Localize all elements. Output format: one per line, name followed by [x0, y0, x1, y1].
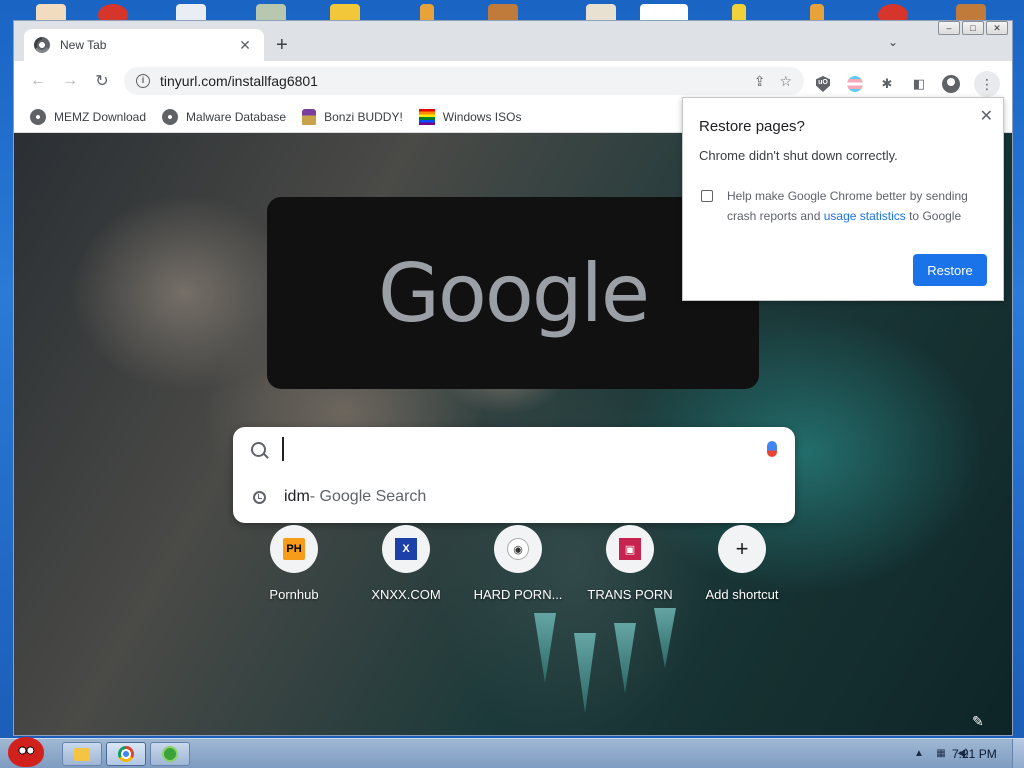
- menu-kebab-icon[interactable]: ⋮: [974, 71, 1000, 97]
- pencil-icon[interactable]: ✎: [972, 713, 984, 730]
- minimize-button[interactable]: –: [938, 21, 960, 35]
- history-clock-icon: [253, 490, 266, 504]
- trans-flag-extension-icon[interactable]: [846, 75, 864, 93]
- star-icon[interactable]: ☆: [779, 73, 792, 90]
- chrome-favicon-icon: [34, 37, 50, 53]
- trans-porn-icon: ▣: [619, 538, 641, 560]
- maximize-button[interactable]: □: [962, 21, 984, 35]
- search-input[interactable]: [282, 437, 767, 461]
- tab-new-tab[interactable]: New Tab ✕: [24, 29, 264, 61]
- chrome-window: New Tab ✕ + ⌄ – □ ✕ ← → ↻ i tinyurl.com/…: [13, 20, 1013, 736]
- bookmark-windows-isos[interactable]: Windows ISOs: [418, 108, 522, 125]
- taskbar-explorer[interactable]: [62, 742, 102, 766]
- suggestion-suffix: - Google Search: [309, 488, 427, 505]
- shortcut-xnxx[interactable]: X XNXX.COM: [352, 525, 460, 602]
- clock[interactable]: 7:21 PM: [952, 747, 997, 761]
- toolbar: ← → ↻ i tinyurl.com/installfag6801 ⇪ ☆ u…: [14, 61, 1012, 101]
- globe-icon: [30, 108, 46, 125]
- reload-button[interactable]: ↻: [86, 71, 118, 91]
- shortcut-hard-porn[interactable]: ◉ HARD PORN...: [464, 525, 572, 602]
- shortcut-trans-porn[interactable]: ▣ TRANS PORN: [576, 525, 684, 602]
- share-icon[interactable]: ⇪: [754, 73, 766, 90]
- forward-button[interactable]: →: [54, 72, 86, 90]
- folder-icon: [74, 747, 90, 761]
- bookmark-label: MEMZ Download: [54, 109, 147, 124]
- pornhub-icon: PH: [283, 538, 305, 560]
- shortcuts: PH Pornhub X XNXX.COM ◉ HARD PORN... ▣ T…: [240, 525, 796, 602]
- profile-icon[interactable]: [942, 75, 960, 93]
- bookmark-malware-database[interactable]: Malware Database: [162, 108, 287, 125]
- close-icon[interactable]: ✕: [236, 37, 254, 54]
- chrome-icon: [118, 746, 134, 762]
- shortcut-label: HARD PORN...: [473, 587, 563, 602]
- google-logo: Google: [377, 246, 650, 340]
- url-text[interactable]: tinyurl.com/installfag6801: [160, 73, 740, 89]
- restore-pages-popup: Restore pages? ✕ Chrome didn't shut down…: [682, 97, 1004, 301]
- info-icon[interactable]: i: [136, 74, 150, 88]
- shortcut-tile: ▣: [606, 525, 654, 573]
- bookmark-label: Windows ISOs: [442, 109, 522, 124]
- suggestion-query: idm: [284, 488, 310, 505]
- search-suggestion[interactable]: idm - Google Search: [233, 481, 795, 513]
- network-icon[interactable]: ▦: [934, 746, 948, 760]
- shortcut-tile: PH: [270, 525, 318, 573]
- rainbow-flag-icon: [418, 108, 435, 125]
- bookmark-bonzi-buddy[interactable]: Bonzi BUDDY!: [302, 108, 403, 125]
- puzzle-extensions-icon[interactable]: ✱: [878, 75, 896, 93]
- window-close-button[interactable]: ✕: [986, 21, 1008, 35]
- new-tab-button[interactable]: +: [276, 35, 288, 55]
- checkbox-text: to Google: [905, 209, 962, 223]
- bookmark-label: Bonzi BUDDY!: [324, 109, 403, 124]
- shortcut-pornhub[interactable]: PH Pornhub: [240, 525, 348, 602]
- bookmark-label: Malware Database: [186, 109, 287, 124]
- microphone-icon[interactable]: [767, 441, 777, 457]
- bookmark-memz-download[interactable]: MEMZ Download: [30, 108, 147, 125]
- taskbar-chrome[interactable]: [106, 742, 146, 766]
- chevron-down-icon[interactable]: ⌄: [888, 35, 898, 49]
- xnxx-icon: X: [395, 538, 417, 560]
- search-row: [233, 427, 795, 471]
- ublock-icon[interactable]: uO: [814, 75, 832, 93]
- shortcut-label: TRANS PORN: [587, 587, 673, 602]
- start-button[interactable]: [2, 733, 48, 768]
- tab-strip: New Tab ✕ + ⌄ – □ ✕: [14, 21, 1012, 61]
- shortcut-tile: X: [382, 525, 430, 573]
- angry-bird-icon: [8, 737, 44, 767]
- globe-icon: [162, 108, 179, 125]
- shortcut-add[interactable]: + Add shortcut: [688, 525, 796, 602]
- tab-title: New Tab: [60, 38, 107, 52]
- taskbar-network-app[interactable]: [150, 742, 190, 766]
- side-panel-icon[interactable]: ◧: [910, 75, 928, 93]
- shortcut-tile: ◉: [494, 525, 542, 573]
- shortcut-label: Pornhub: [269, 587, 319, 602]
- popup-message: Chrome didn't shut down correctly.: [699, 148, 898, 163]
- address-bar[interactable]: i tinyurl.com/installfag6801 ⇪ ☆: [124, 67, 804, 95]
- restore-button[interactable]: Restore: [913, 254, 987, 286]
- close-icon[interactable]: ✕: [980, 106, 993, 126]
- popup-title: Restore pages?: [699, 118, 805, 135]
- search-box[interactable]: idm - Google Search: [233, 427, 795, 523]
- background-fang: [574, 633, 596, 713]
- chevron-up-icon[interactable]: ▲: [912, 746, 926, 760]
- background-fang: [614, 623, 636, 693]
- hard-porn-icon: ◉: [507, 538, 529, 560]
- crash-reports-checkbox[interactable]: [701, 190, 713, 202]
- window-controls: – □ ✕: [938, 21, 1008, 35]
- shortcut-tile: +: [718, 525, 766, 573]
- plus-icon: +: [735, 536, 749, 561]
- extension-icons: uO ✱ ◧ ⋮: [814, 71, 1000, 97]
- search-icon: [251, 441, 266, 457]
- checkbox-label: Help make Google Chrome better by sendin…: [727, 186, 989, 226]
- show-desktop-button[interactable]: [1012, 739, 1024, 768]
- bonzi-icon: [302, 108, 317, 125]
- taskbar: ▲ ▦ ◀) 7:21 PM: [0, 737, 1024, 768]
- background-fang: [534, 613, 556, 683]
- background-fang: [654, 608, 676, 668]
- shortcut-label: XNXX.COM: [371, 587, 441, 602]
- shortcut-label: Add shortcut: [705, 587, 779, 602]
- usage-statistics-link[interactable]: usage statistics: [824, 209, 906, 223]
- back-button[interactable]: ←: [22, 72, 54, 90]
- globe-network-icon: [162, 746, 178, 762]
